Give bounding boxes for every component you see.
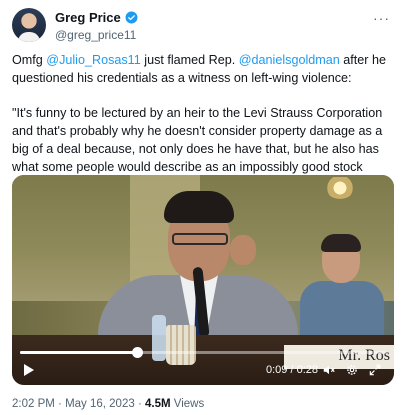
mention-link-julio[interactable]: @Julio_Rosas11 — [46, 53, 140, 67]
author-names: Greg Price @greg_price11 — [55, 10, 138, 42]
video-water-bottle — [152, 315, 166, 361]
tweet-text-middle: just flamed Rep. — [140, 53, 239, 67]
views-label: Views — [170, 398, 205, 410]
settings-icon[interactable] — [345, 363, 359, 380]
video-controls: 0:09 / 0:28 — [12, 357, 394, 385]
tweet-time[interactable]: 2:02 PM — [12, 398, 55, 410]
tweet-text-prefix: Omfg — [12, 53, 47, 67]
views-count: 4.5M — [144, 398, 171, 410]
tweet-header: Greg Price @greg_price11 ··· — [12, 8, 394, 44]
video-time: 0:09 / 0:28 — [266, 364, 318, 376]
tweet-paragraph-1: Omfg @Julio_Rosas11 just flamed Rep. @da… — [12, 51, 398, 87]
avatar[interactable] — [12, 8, 46, 42]
video-progress-fill — [20, 351, 138, 354]
author-handle[interactable]: @greg_price11 — [55, 28, 138, 42]
more-dots-icon[interactable]: ··· — [373, 10, 390, 26]
tweet-date[interactable]: May 16, 2023 — [65, 398, 135, 410]
tweet-meta: 2:02 PM · May 16, 2023 · 4.5M Views — [12, 398, 204, 410]
volume-icon[interactable] — [322, 363, 336, 380]
meta-separator-2: · — [134, 398, 145, 410]
video-player[interactable]: Mr. Ros 0:09 / 0:28 — [12, 175, 394, 385]
time-current: 0:09 — [266, 364, 288, 376]
mention-link-goldman[interactable]: @danielsgoldman — [239, 53, 340, 67]
time-total: 0:28 — [296, 364, 319, 376]
fullscreen-icon[interactable] — [368, 363, 382, 380]
meta-separator: · — [54, 398, 66, 410]
verified-badge-icon — [125, 11, 138, 24]
time-separator: / — [287, 364, 297, 376]
video-progress-bar[interactable] — [20, 347, 386, 358]
play-icon[interactable] — [24, 364, 34, 376]
author-display-name[interactable]: Greg Price — [55, 10, 121, 25]
